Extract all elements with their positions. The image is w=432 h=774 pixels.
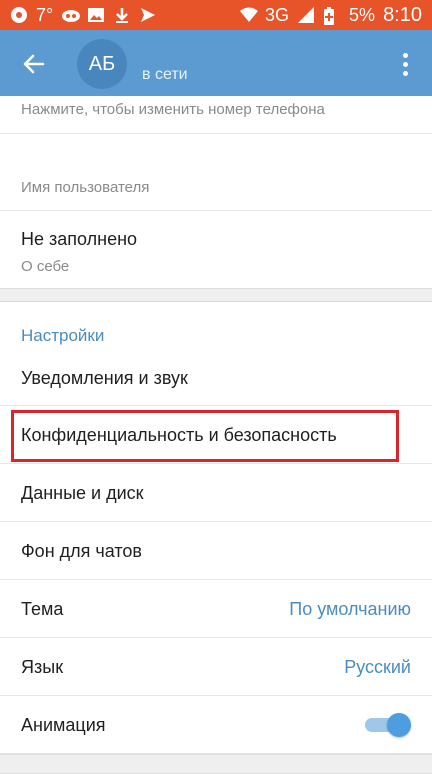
settings-item-notifications[interactable]: Уведомления и звук xyxy=(0,348,432,406)
settings-section-title: Настройки xyxy=(21,326,105,345)
settings-item-theme[interactable]: Тема По умолчанию xyxy=(0,580,432,638)
cloud-icon xyxy=(61,6,81,24)
animation-toggle[interactable] xyxy=(365,713,411,737)
more-menu-button[interactable] xyxy=(390,44,420,84)
dot-icon xyxy=(402,52,408,58)
dot-icon xyxy=(402,70,408,76)
wifi-icon xyxy=(239,6,259,24)
battery-percent: 5% xyxy=(349,5,376,25)
network-type: 3G xyxy=(265,5,290,25)
bio-value: Не заполнено xyxy=(21,229,138,249)
bio-row[interactable]: Не заполнено О себе xyxy=(0,211,432,288)
settings-header-row: Настройки xyxy=(0,302,432,348)
online-status: в сети xyxy=(142,66,188,83)
section-divider xyxy=(0,288,432,302)
highlight-annotation xyxy=(11,410,399,462)
settings-item-label: Данные и диск xyxy=(21,483,144,503)
bio-label: О себе xyxy=(21,258,70,275)
app-header: АБ в сети xyxy=(0,30,432,96)
image-icon xyxy=(87,6,105,24)
back-button[interactable] xyxy=(14,44,54,84)
notification-count: 7° xyxy=(36,5,54,25)
battery-icon xyxy=(323,6,341,25)
phone-row[interactable]: Нажмите, чтобы изменить номер телефона xyxy=(0,96,432,134)
toggle-knob xyxy=(387,713,411,737)
settings-item-animation[interactable]: Анимация xyxy=(0,696,432,754)
settings-item-label: Язык xyxy=(21,657,64,677)
clock: 8:10 xyxy=(383,4,422,26)
download-icon xyxy=(113,6,131,24)
settings-item-label: Анимация xyxy=(21,715,106,735)
send-icon xyxy=(139,6,157,24)
settings-item-chat-background[interactable]: Фон для чатов xyxy=(0,522,432,580)
avatar[interactable]: АБ xyxy=(77,39,127,89)
section-divider xyxy=(0,754,432,774)
username-label: Имя пользователя xyxy=(21,179,150,196)
settings-item-language[interactable]: Язык Русский xyxy=(0,638,432,696)
dot-icon xyxy=(402,61,408,67)
back-arrow-icon xyxy=(23,54,45,74)
signal-icon xyxy=(297,6,315,24)
username-row[interactable]: Имя пользователя xyxy=(0,134,432,211)
settings-item-label: Уведомления и звук xyxy=(21,368,188,388)
notification-badge-icon xyxy=(10,6,28,24)
settings-item-data[interactable]: Данные и диск xyxy=(0,464,432,522)
theme-value: По умолчанию xyxy=(289,599,411,619)
language-value: Русский xyxy=(344,657,411,677)
status-bar: 7° 3G 5% 8:10 xyxy=(0,0,432,30)
settings-item-label: Тема xyxy=(21,599,64,619)
settings-item-label: Фон для чатов xyxy=(21,541,142,561)
phone-hint: Нажмите, чтобы изменить номер телефона xyxy=(21,101,325,118)
